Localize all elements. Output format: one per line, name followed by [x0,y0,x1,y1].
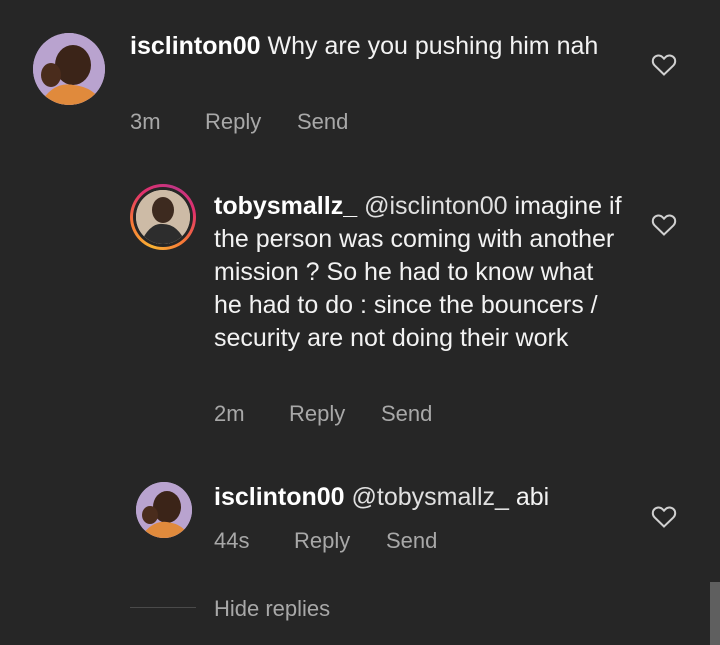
comment-time: 44s [214,528,250,553]
like-button[interactable] [651,213,677,237]
profile-photo [136,482,192,538]
profile-photo [136,190,190,244]
like-button[interactable] [651,53,677,77]
avatar[interactable] [136,190,190,244]
avatar[interactable] [136,482,192,538]
comment-meta: 2m Reply Send [214,401,432,427]
comment-username[interactable]: isclinton00 [130,32,261,60]
heart-icon [651,506,677,528]
comment-username[interactable]: tobysmallz_ [214,192,357,220]
comment-text: Why are you pushing him nah [267,32,599,60]
comment-meta: 44s Reply Send [214,528,437,554]
send-button[interactable]: Send [297,109,348,135]
send-button[interactable]: Send [381,401,432,427]
comment-time: 3m [130,109,161,134]
reply-button[interactable]: Reply [294,528,386,554]
send-button[interactable]: Send [386,528,437,554]
comment-text: abi [515,483,550,511]
divider-line [130,607,196,608]
comment-text-block: tobysmallz_ @isclinton00 imagine if the … [214,190,624,355]
comment-meta: 3m Reply Send [130,109,348,135]
heart-icon [651,54,677,76]
profile-photo [33,33,105,105]
scrollbar[interactable] [710,582,720,645]
comment-username[interactable]: isclinton00 [214,483,345,511]
reply-button[interactable]: Reply [205,109,297,135]
reply-button[interactable]: Reply [289,401,381,427]
comment-text-block: isclinton00 Why are you pushing him nah [130,30,610,63]
like-button[interactable] [651,505,677,529]
hide-replies-button[interactable]: Hide replies [214,596,330,622]
mention-link[interactable]: @tobysmallz_ [352,483,509,511]
comment-time: 2m [214,401,245,426]
comment-text-block: isclinton00 @tobysmallz_ abi [214,481,624,514]
avatar[interactable] [33,33,105,105]
heart-icon [651,214,677,236]
mention-link[interactable]: @isclinton00 [364,192,508,220]
